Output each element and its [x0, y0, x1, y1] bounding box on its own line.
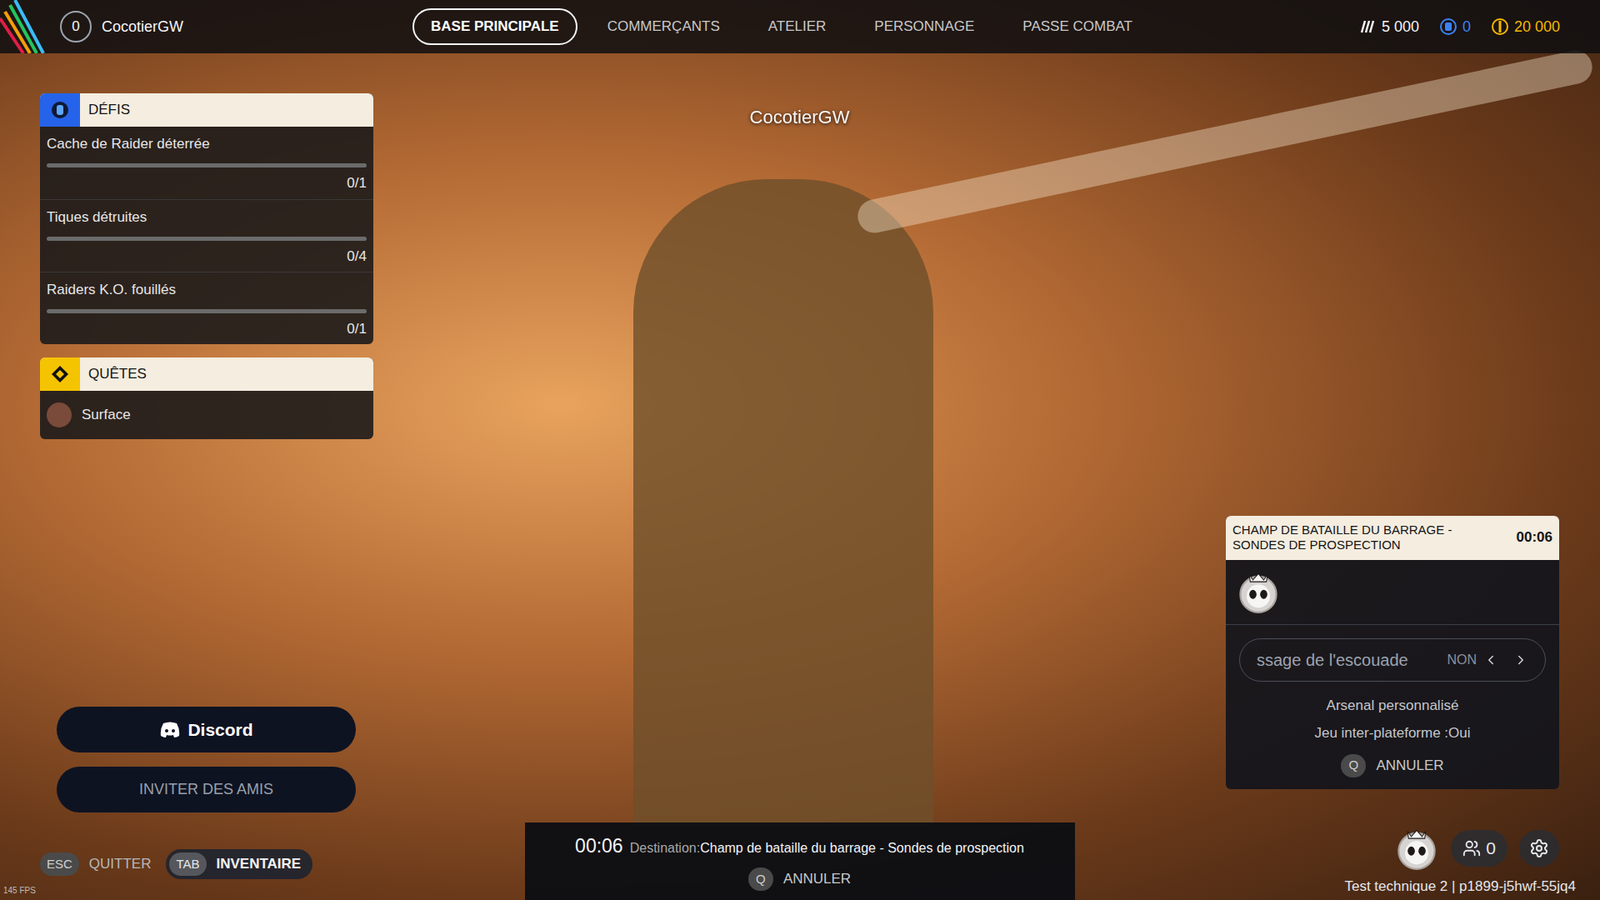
player-name: CocotierGW [101, 15, 184, 39]
squad-info: Arsenal personnalisé Jeu inter-plateforme… [1225, 695, 1560, 745]
next-icon[interactable] [1513, 652, 1529, 668]
squad-cancel-button[interactable]: Q ANNULER [1225, 754, 1560, 778]
game-screen: 0 CocotierGW BASE PRINCIPALE COMMERÇANTS ATE… [0, 0, 1600, 900]
social-buttons: Discord INVITER DES AMIS [56, 706, 356, 813]
challenge-row[interactable]: Raiders K.O. fouillés 0/1 [40, 271, 374, 345]
challenge-row[interactable]: Cache de Raider déterrée 0/1 [40, 126, 374, 200]
nav-tab[interactable]: PERSONNAGE [855, 8, 993, 45]
player-level: 0 [60, 10, 92, 43]
matchmaking-status: 00:06 Destination:Champ de bataille du ba… [575, 831, 1025, 861]
squad-timer: 00:06 [1516, 526, 1553, 549]
key-cap: Q [748, 867, 774, 891]
currency: 20 000 [1490, 15, 1560, 39]
matchmaking-timer: 00:06 [575, 831, 624, 861]
battlepass-coin-icon [1439, 17, 1458, 36]
panel-title: QUÊTES [88, 363, 147, 385]
quests-icon-box [40, 357, 80, 391]
challenge-progress-track [46, 236, 367, 241]
challenge-progress: 0/4 [346, 245, 367, 268]
squad-message-toggle: NON [1446, 650, 1477, 670]
character-model [633, 179, 934, 838]
quests-panel: QUÊTES Surface [40, 357, 374, 440]
challenge-icon [50, 100, 70, 120]
challenge-label: Raiders K.O. fouillés [46, 279, 367, 301]
challenge-row[interactable]: Tiques détruites 0/4 [40, 199, 374, 272]
build-label: Test technique 2 | p1899-j5hwf-55jq4 [1344, 875, 1576, 898]
key-label: QUITTER [89, 853, 152, 875]
key-cap: ESC [40, 852, 80, 876]
panel-header: QUÊTES [40, 357, 374, 391]
challenges-panel: DÉFIS Cache de Raider déterrée 0/1 Tiques d… [40, 93, 374, 345]
key-hints: ESC QUITTER TAB INVENTAIRE [40, 849, 374, 880]
cancel-label: ANNULER [783, 868, 851, 890]
quest-label: Surface [81, 404, 131, 426]
key-label: INVENTAIRE [216, 853, 302, 875]
discord-icon [159, 721, 181, 739]
currency: 0 [1439, 15, 1471, 39]
hud-body: DÉFIS Cache de Raider déterrée 0/1 Tiques d… [0, 53, 1600, 900]
hud: 0 CocotierGW BASE PRINCIPALE COMMERÇANTS ATE… [0, 0, 1600, 900]
currencies: 5 000 0 20 000 [1358, 15, 1560, 39]
character-name: CocotierGW [750, 103, 850, 131]
panel-header: DÉFIS [40, 93, 374, 127]
scene-lights [855, 47, 1596, 236]
key-cap: TAB [169, 852, 206, 876]
bottom-right-controls: 0 [1225, 825, 1560, 871]
top-bar: 0 CocotierGW BASE PRINCIPALE COMMERÇANTS ATE… [0, 0, 1600, 54]
right-column: CHAMP DE BATAILLE DU BARRAGE - SONDES DE… [1225, 53, 1560, 900]
nav-tab[interactable]: ATELIER [750, 8, 845, 45]
previous-icon[interactable] [1483, 652, 1499, 668]
key-cap: Q [1340, 754, 1366, 778]
panel-title: DÉFIS [88, 99, 130, 121]
squad-header: CHAMP DE BATAILLE DU BARRAGE - SONDES DE… [1225, 515, 1560, 560]
squad-destination: CHAMP DE BATAILLE DU BARRAGE - SONDES DE… [1232, 522, 1509, 553]
squad-members [1225, 560, 1560, 625]
discord-button[interactable]: Discord [56, 706, 356, 753]
center-column: CocotierGW 00:06 Destination:Champ de bata… [373, 53, 1226, 900]
cancel-label: ANNULER [1375, 755, 1444, 777]
left-column: DÉFIS Cache de Raider déterrée 0/1 Tiques d… [40, 53, 374, 900]
squad-info-line: Arsenal personnalisé [1326, 695, 1460, 717]
quest-row[interactable]: Surface [40, 390, 374, 440]
friends-icon [1462, 839, 1481, 858]
challenge-label: Cache de Raider déterrée [46, 133, 367, 155]
friends-button[interactable]: 0 [1450, 830, 1508, 867]
invite-friends-button[interactable]: INVITER DES AMIS [56, 766, 356, 813]
squad-member-avatar-icon [1235, 569, 1281, 615]
challenge-progress-track [46, 163, 367, 168]
challenge-progress-track [46, 309, 367, 314]
squad-info-line: Jeu inter-plateforme :Oui [1314, 722, 1470, 745]
matchmaking-bar: 00:06 Destination:Champ de bataille du ba… [525, 822, 1075, 900]
challenge-progress: 0/1 [346, 172, 367, 195]
player-info[interactable]: 0 CocotierGW [60, 10, 184, 43]
squad-panel: CHAMP DE BATAILLE DU BARRAGE - SONDES DE… [1225, 515, 1560, 790]
squad-message-placeholder: ssage de l'escouade [1256, 647, 1440, 673]
nav-tab[interactable]: COMMERÇANTS [589, 8, 739, 45]
cancel-button[interactable]: Q ANNULER [748, 867, 851, 891]
settings-button[interactable] [1519, 830, 1560, 867]
main-nav: BASE PRINCIPALE COMMERÇANTS ATELIER PERSONN… [412, 8, 1151, 45]
fps-counter: 145 FPS [3, 884, 36, 897]
currency: 5 000 [1358, 15, 1420, 39]
challenge-progress: 0/1 [346, 318, 367, 340]
destination-label: Destination: [630, 838, 701, 859]
nav-tab[interactable]: PASSE COMBAT [1004, 8, 1151, 45]
raider-token-icon [1358, 17, 1377, 36]
key-hint[interactable]: TAB INVENTAIRE [165, 849, 313, 880]
gear-icon [1529, 838, 1550, 859]
player-avatar-icon [1394, 825, 1440, 871]
key-hint[interactable]: ESC QUITTER [40, 849, 151, 880]
challenges-icon-box [40, 93, 80, 127]
squad-message-field[interactable]: ssage de l'escouade NON [1239, 638, 1546, 682]
quest-icon [50, 365, 70, 384]
challenge-label: Tiques détruites [46, 206, 367, 229]
coin-icon [1490, 17, 1510, 36]
game-logo-icon [0, 0, 59, 54]
destination-name: Champ de bataille du barrage - Sondes de… [700, 838, 1025, 859]
nav-tab[interactable]: BASE PRINCIPALE [412, 8, 578, 45]
quest-giver-icon [46, 402, 72, 428]
